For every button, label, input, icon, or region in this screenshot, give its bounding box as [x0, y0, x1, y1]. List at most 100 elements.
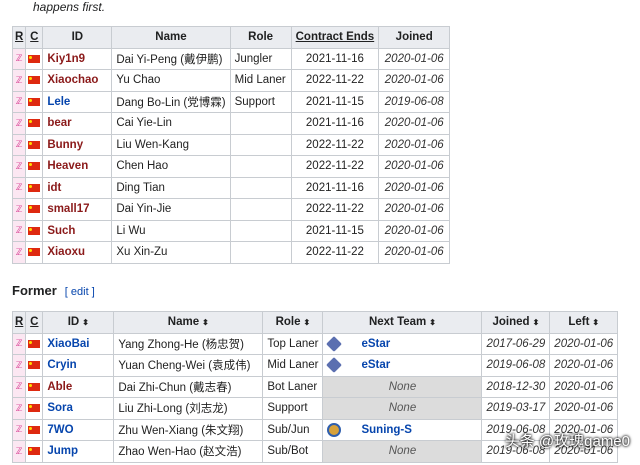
contract-ends: 2022-11-22	[290, 241, 380, 264]
contract-ends: 2022-11-22	[290, 155, 380, 178]
header-contract-ends[interactable]: Contract Ends	[290, 26, 380, 49]
flag-cell	[25, 90, 44, 113]
header-id[interactable]: ID	[42, 26, 113, 49]
next-team-link[interactable]: Suning-S	[361, 424, 411, 436]
header-joined[interactable]: Joined	[378, 26, 451, 49]
r-icon[interactable]: ℤ	[11, 440, 27, 463]
former-title: Former	[12, 283, 57, 298]
player-id-link[interactable]: Sora	[42, 397, 115, 420]
player-id-link[interactable]: Xiaoxu	[42, 241, 113, 264]
table-row: ℤ Able Dai Zhi-Chun (戴志春) Bot Laner None 2018…	[11, 375, 619, 398]
table-row: ℤ Cryin Yuan Cheng-Wei (袁成伟) Mid Laner eStar…	[11, 354, 619, 377]
table-row: ℤ Sora Liu Zhi-Long (刘志龙) Support None 2019-0…	[11, 397, 619, 420]
team-logo-icon	[327, 422, 342, 437]
r-icon[interactable]: ℤ	[11, 375, 27, 398]
china-flag-icon	[28, 54, 41, 63]
table-row: ℤ Xiaochao Yu Chao Mid Laner 2022-11-22 2020-…	[11, 69, 451, 92]
former-header-role[interactable]: Role ⬍	[262, 311, 324, 334]
player-role	[229, 241, 292, 264]
flag-cell	[25, 155, 44, 178]
former-header-left[interactable]: Left ⬍	[549, 311, 619, 334]
china-flag-icon	[28, 226, 41, 235]
player-id-link[interactable]: Xiaochao	[42, 69, 113, 92]
r-icon[interactable]: ℤ	[11, 69, 27, 92]
r-icon[interactable]: ℤ	[11, 133, 27, 156]
intro-text: happens first.	[33, 0, 106, 14]
table-row: ℤ Bunny Liu Wen-Kang 2022-11-22 2020-01-06	[11, 133, 451, 156]
former-header-r[interactable]: R	[11, 311, 27, 334]
next-team-link[interactable]: eStar	[361, 338, 390, 350]
r-icon[interactable]: ℤ	[11, 176, 27, 199]
r-icon[interactable]: ℤ	[11, 198, 27, 221]
r-icon[interactable]: ℤ	[11, 219, 27, 242]
contract-ends: 2021-11-16	[290, 112, 380, 135]
player-id-link[interactable]: bear	[42, 112, 113, 135]
contract-ends: 2022-11-22	[290, 69, 380, 92]
r-icon[interactable]: ℤ	[11, 155, 27, 178]
flag-cell	[25, 112, 44, 135]
joined-date: 2020-01-06	[378, 47, 451, 70]
flag-cell	[25, 241, 44, 264]
table-row: ℤidt Ding Tian 2021-11-16 2020-01-06	[11, 176, 451, 199]
former-header-id[interactable]: ID ⬍	[42, 311, 115, 334]
player-role: Support	[229, 90, 292, 113]
player-id-link[interactable]: Lele	[42, 90, 113, 113]
table-row: ℤbear Cai Yie-Lin 2021-11-16 2020-01-06	[11, 112, 451, 135]
china-flag-icon	[28, 361, 41, 370]
header-c[interactable]: C	[25, 26, 44, 49]
player-id-link[interactable]: 7WO	[42, 418, 115, 441]
r-icon[interactable]: ℤ	[11, 332, 27, 355]
player-name: Yuan Cheng-Wei (袁成伟)	[113, 354, 264, 377]
player-role: Top Laner	[262, 332, 324, 355]
header-role[interactable]: Role	[229, 26, 292, 49]
player-id-link[interactable]: Jump	[42, 440, 115, 463]
sort-icon: ⬍	[429, 318, 436, 328]
player-id-link[interactable]: Bunny	[42, 133, 113, 156]
contract-ends: 2022-11-22	[290, 133, 380, 156]
r-icon[interactable]: ℤ	[11, 47, 27, 70]
left-date: 2020-01-06	[549, 354, 619, 377]
joined-date: 2020-01-06	[378, 176, 451, 199]
r-icon[interactable]: ℤ	[11, 112, 27, 135]
player-name: Li Wu	[111, 219, 231, 242]
player-name: Xu Xin-Zu	[111, 241, 231, 264]
player-id-link[interactable]: XiaoBai	[42, 332, 115, 355]
former-header-joined[interactable]: Joined ⬍	[481, 311, 551, 334]
header-r[interactable]: R	[11, 26, 27, 49]
former-header-c[interactable]: C	[25, 311, 44, 334]
china-flag-icon	[28, 119, 41, 128]
r-icon[interactable]: ℤ	[11, 354, 27, 377]
header-name[interactable]: Name	[111, 26, 231, 49]
china-flag-icon	[28, 339, 41, 348]
former-header-row: R C ID ⬍ Name ⬍ Role ⬍ Next Team ⬍ Joined ⬍ L…	[11, 311, 619, 334]
next-team-link[interactable]: eStar	[361, 359, 390, 371]
player-role	[229, 112, 292, 135]
china-flag-icon	[28, 382, 41, 391]
joined-date: 2017-06-29	[481, 332, 551, 355]
player-id-link[interactable]: small17	[42, 198, 113, 221]
player-id-link[interactable]: idt	[42, 176, 113, 199]
player-role	[229, 219, 292, 242]
player-id-link[interactable]: Heaven	[42, 155, 113, 178]
r-icon[interactable]: ℤ	[11, 241, 27, 264]
player-id-link[interactable]: Such	[42, 219, 113, 242]
player-name: Liu Zhi-Long (刘志龙)	[113, 397, 264, 420]
r-icon[interactable]: ℤ	[11, 397, 27, 420]
player-name: Cai Yie-Lin	[111, 112, 231, 135]
edit-link[interactable]: [ edit ]	[65, 286, 95, 298]
current-header-row: R C ID Name Role Contract Ends Joined	[11, 26, 451, 49]
former-header-name[interactable]: Name ⬍	[113, 311, 264, 334]
table-row: ℤ Heaven Chen Hao 2022-11-22 2020-01-06	[11, 155, 451, 178]
player-id-link[interactable]: Able	[42, 375, 115, 398]
contract-ends: 2021-11-16	[290, 47, 380, 70]
former-header-next-team[interactable]: Next Team ⬍	[322, 311, 483, 334]
former-header-next-team-label: Next Team	[368, 316, 427, 329]
player-id-link[interactable]: Kiy1n9	[42, 47, 113, 70]
sort-icon: ⬍	[532, 318, 540, 328]
r-icon[interactable]: ℤ	[11, 90, 27, 113]
player-id-link[interactable]: Cryin	[42, 354, 115, 377]
flag-cell	[25, 418, 44, 441]
left-date: 2020-01-06	[549, 375, 619, 398]
r-icon[interactable]: ℤ	[11, 418, 27, 441]
joined-date: 2020-01-06	[378, 133, 451, 156]
